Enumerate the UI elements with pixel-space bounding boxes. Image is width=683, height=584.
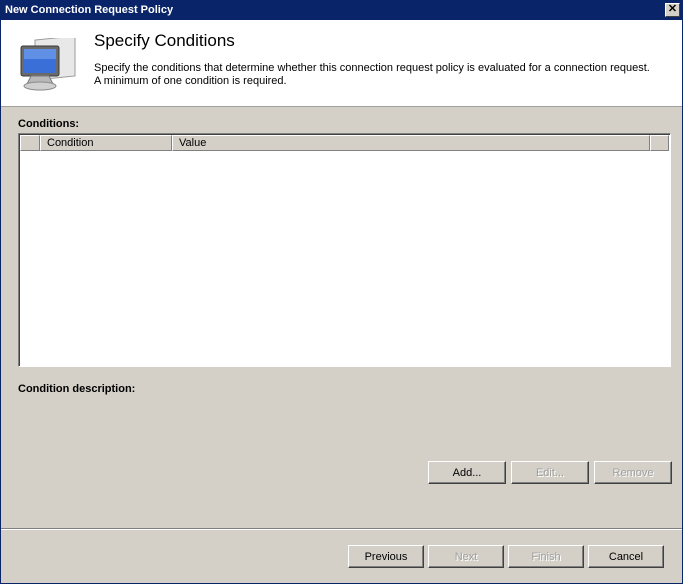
- column-header-condition[interactable]: Condition: [40, 135, 172, 151]
- wizard-header: Specify Conditions Specify the condition…: [1, 20, 682, 107]
- monitor-icon: [20, 38, 76, 91]
- window-title: New Connection Request Policy: [5, 4, 174, 16]
- condition-description-label: Condition description:: [18, 383, 136, 395]
- page-description: Specify the conditions that determine wh…: [94, 62, 674, 88]
- close-icon: ✕: [667, 3, 678, 15]
- close-button[interactable]: ✕: [665, 3, 680, 17]
- column-header-value[interactable]: Value: [172, 135, 650, 151]
- remove-button[interactable]: Remove: [594, 461, 672, 484]
- description-line-1: Specify the conditions that determine wh…: [94, 62, 650, 74]
- conditions-label: Conditions:: [18, 118, 80, 130]
- footer-separator: [1, 528, 682, 530]
- column-header-blank[interactable]: [20, 135, 40, 151]
- cancel-button[interactable]: Cancel: [588, 545, 664, 568]
- column-header-filler: [650, 135, 669, 151]
- finish-button[interactable]: Finish: [508, 545, 584, 568]
- page-title: Specify Conditions: [94, 31, 235, 50]
- next-button[interactable]: Next: [428, 545, 504, 568]
- edit-button[interactable]: Edit...: [511, 461, 589, 484]
- list-header: Condition Value: [20, 135, 669, 151]
- title-bar[interactable]: New Connection Request Policy ✕: [1, 1, 682, 20]
- previous-button[interactable]: Previous: [348, 545, 424, 568]
- dialog-window: New Connection Request Policy ✕ Specify …: [0, 0, 683, 584]
- description-line-2: A minimum of one condition is required.: [94, 75, 287, 87]
- add-button[interactable]: Add...: [428, 461, 506, 484]
- conditions-list[interactable]: Condition Value: [18, 133, 671, 367]
